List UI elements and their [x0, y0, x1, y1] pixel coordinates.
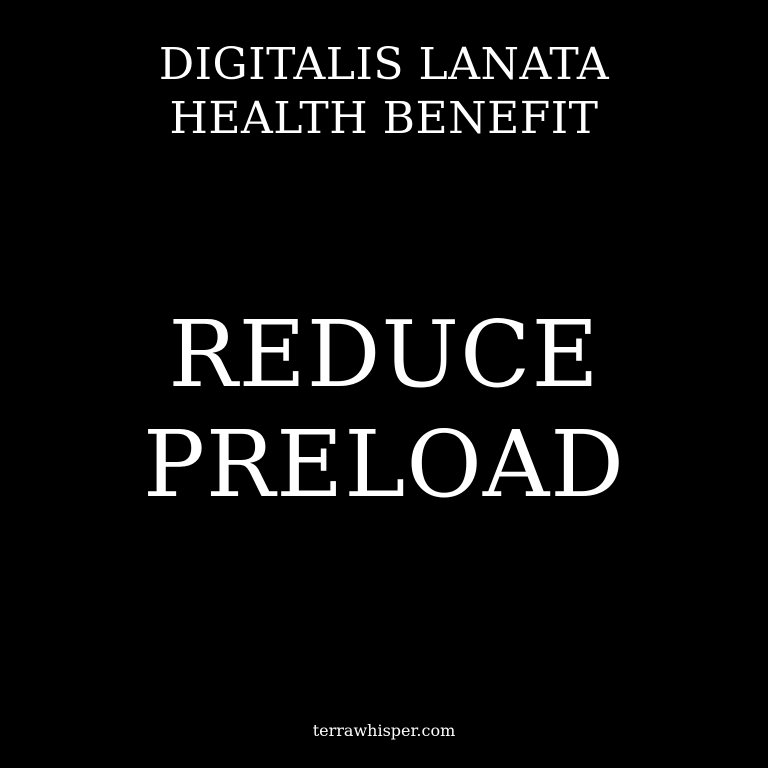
headline-line-2: PRELOAD	[142, 411, 626, 518]
site-watermark: terrawhisper.com	[312, 721, 456, 740]
plant-name: DIGITALIS LANATA	[158, 39, 610, 90]
plant-benefit-title: DIGITALIS LANATA HEALTH BENEFIT	[0, 38, 768, 146]
benefit-label: HEALTH BENEFIT	[169, 93, 599, 144]
headline-line-1: REDUCE	[168, 301, 600, 408]
benefit-card: DIGITALIS LANATA HEALTH BENEFIT REDUCE P…	[0, 0, 768, 768]
benefit-headline: REDUCE PRELOAD	[0, 300, 768, 520]
